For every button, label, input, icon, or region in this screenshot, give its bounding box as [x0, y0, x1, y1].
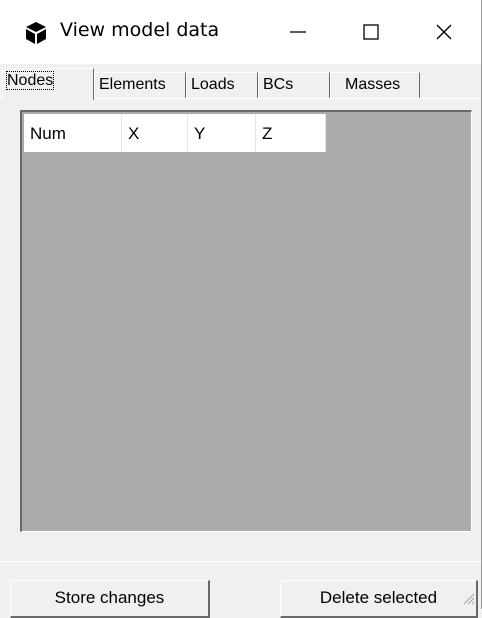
- column-header-x[interactable]: X: [122, 114, 188, 152]
- maximize-button[interactable]: [339, 0, 403, 64]
- column-header-y[interactable]: Y: [188, 114, 256, 152]
- tab-bcs-label: BCs: [263, 76, 294, 93]
- column-header-num[interactable]: Num: [24, 114, 122, 152]
- tab-masses-label: Masses: [345, 76, 401, 93]
- tab-masses[interactable]: Masses: [330, 72, 420, 98]
- tab-loads-label: Loads: [191, 76, 235, 93]
- tab-elements-label: Elements: [99, 76, 166, 93]
- tab-elements[interactable]: Elements: [94, 72, 186, 98]
- minimize-button[interactable]: [266, 0, 330, 64]
- close-button[interactable]: [412, 0, 476, 64]
- title-bar[interactable]: View model data: [0, 0, 481, 64]
- window-title: View model data: [60, 19, 220, 41]
- tab-nodes[interactable]: Nodes: [2, 68, 94, 100]
- view-model-data-window: View model data Nodes Elements Loads BCs…: [0, 0, 482, 618]
- column-header-z[interactable]: Z: [256, 114, 326, 152]
- tab-nodes-label: Nodes: [5, 71, 55, 90]
- cube-icon: [26, 22, 46, 44]
- close-icon: [436, 24, 452, 40]
- nodes-list-view[interactable]: Num X Y Z: [20, 110, 472, 532]
- separator-line: [0, 561, 481, 562]
- column-x-label: X: [128, 124, 140, 143]
- delete-selected-button[interactable]: Delete selected: [280, 580, 478, 618]
- minimize-icon: [290, 31, 306, 33]
- column-num-label: Num: [30, 124, 66, 143]
- delete-selected-label: Delete selected: [319, 588, 438, 607]
- maximize-icon: [363, 24, 379, 40]
- store-changes-button[interactable]: Store changes: [10, 580, 210, 618]
- resize-grip-icon[interactable]: [461, 591, 475, 605]
- column-y-label: Y: [194, 124, 206, 143]
- tab-loads[interactable]: Loads: [186, 72, 258, 98]
- column-z-label: Z: [262, 124, 273, 143]
- tab-bcs[interactable]: BCs: [258, 72, 330, 98]
- store-changes-label: Store changes: [54, 588, 165, 607]
